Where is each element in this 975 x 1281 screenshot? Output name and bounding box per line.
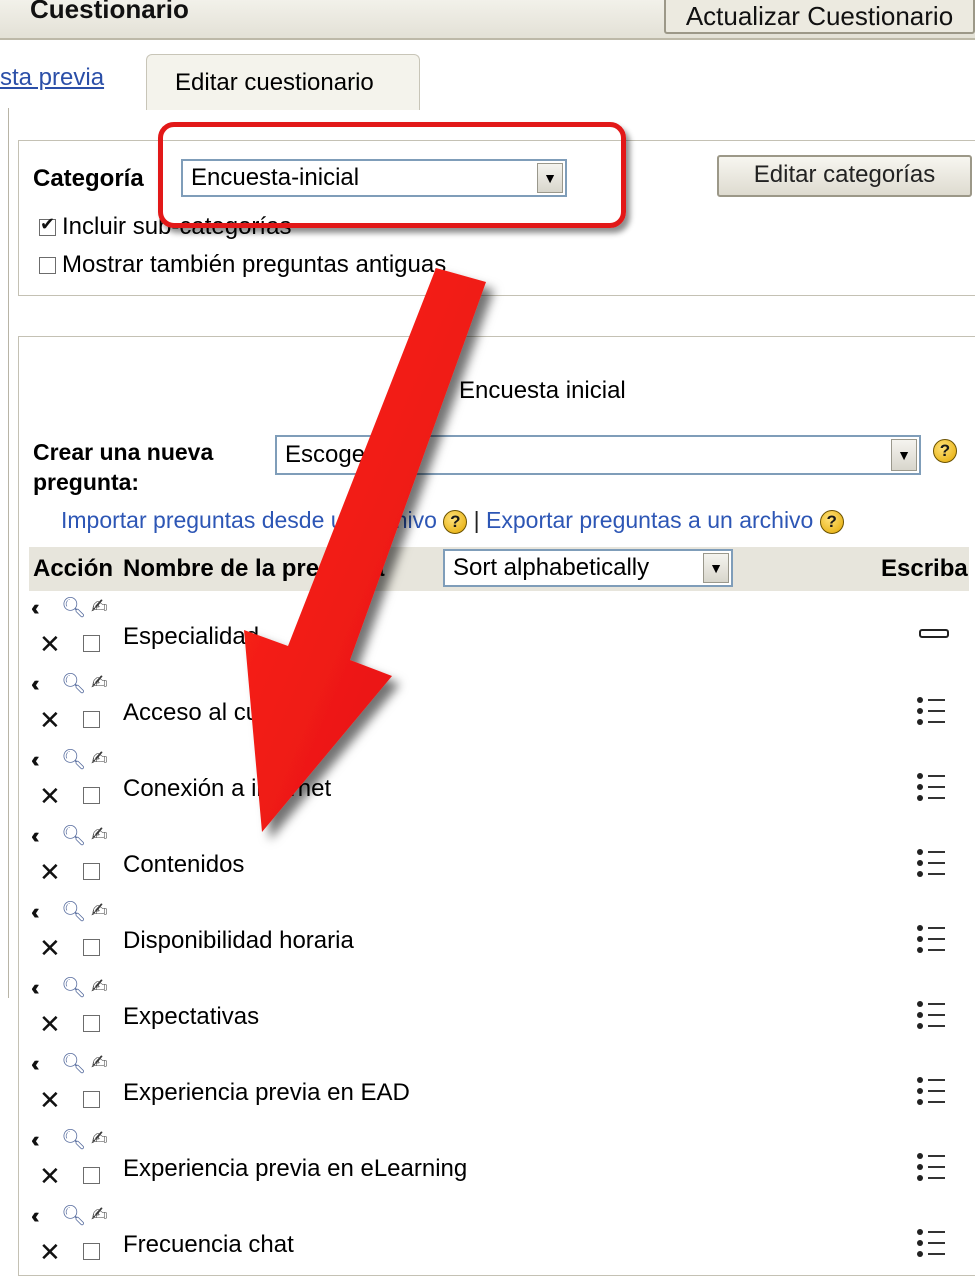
red-arrow-annotation xyxy=(244,268,486,832)
